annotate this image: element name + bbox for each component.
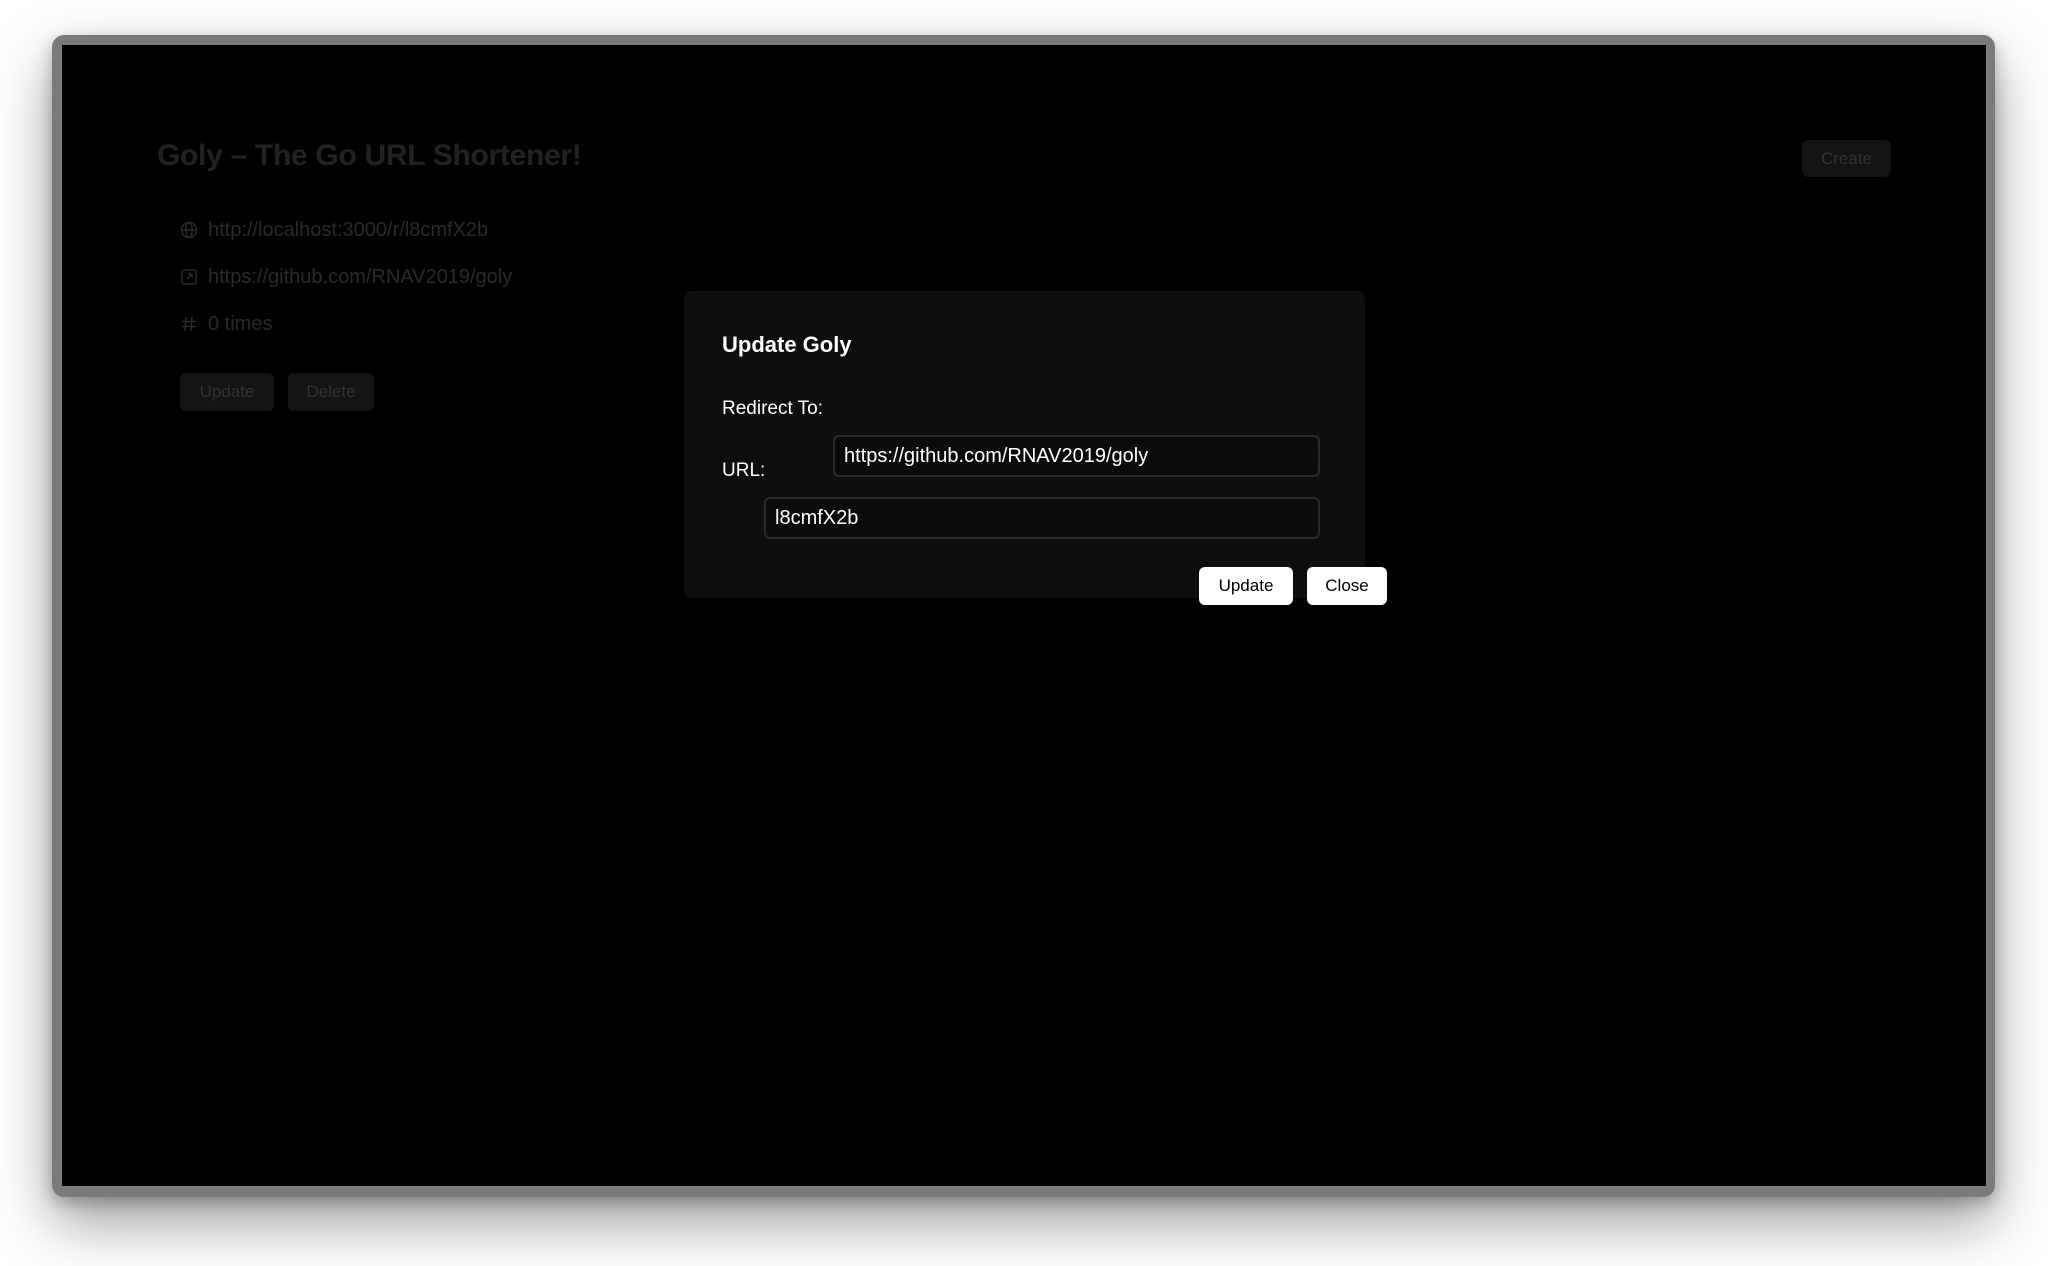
create-button[interactable]: Create [1802,140,1891,177]
background-page: Goly – The Go URL Shortener! Create http… [62,45,1986,1186]
url-label: URL: [722,460,766,481]
redirect-url-text[interactable]: https://github.com/RNAV2019/goly [208,266,512,289]
redirect-input[interactable] [833,435,1320,477]
clicks-row: 0 times [180,309,272,339]
short-url-text[interactable]: http://localhost:3000/r/l8cmfX2b [208,219,488,242]
page-title: Goly – The Go URL Shortener! [157,139,582,172]
hash-icon [180,315,198,333]
redirect-label: Redirect To: [722,398,824,419]
goly-card: http://localhost:3000/r/l8cmfX2b https:/… [180,215,640,475]
url-input[interactable] [764,497,1320,539]
browser-window: Goly – The Go URL Shortener! Create http… [62,45,1986,1186]
modal-title: Update Goly [722,332,852,357]
close-button[interactable]: Close [1307,567,1387,605]
redirect-row: https://github.com/RNAV2019/goly [180,262,512,292]
card-delete-button[interactable]: Delete [288,373,374,411]
card-update-button[interactable]: Update [180,373,274,411]
globe-icon [180,221,198,239]
clicks-text: 0 times [208,312,273,335]
external-link-icon [180,268,198,286]
update-goly-modal: Update Goly Redirect To: URL: Update Clo… [684,291,1387,605]
update-button[interactable]: Update [1199,567,1293,605]
short-url-row: http://localhost:3000/r/l8cmfX2b [180,215,488,245]
